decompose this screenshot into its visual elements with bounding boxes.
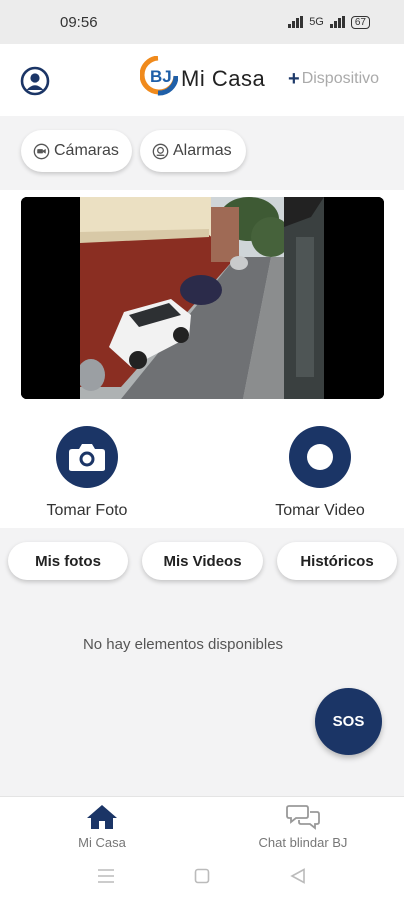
photo-camera-icon bbox=[69, 444, 105, 471]
signal-icon bbox=[288, 16, 304, 28]
take-photo-label: Tomar Foto bbox=[46, 502, 128, 519]
filter-cameras[interactable]: Cámaras bbox=[21, 130, 132, 172]
take-video-button[interactable] bbox=[289, 426, 351, 488]
network-type: 5G bbox=[309, 16, 324, 28]
nav-home-label: Mi Casa bbox=[78, 835, 126, 850]
brand-logo: BJ bbox=[139, 55, 179, 96]
status-bar: 09:56 5G 67 bbox=[0, 0, 404, 44]
take-video-action[interactable]: Tomar Video bbox=[266, 426, 374, 520]
add-device-label: Dispositivo bbox=[301, 70, 380, 87]
page-title: Mi Casa bbox=[181, 66, 266, 91]
chat-icon bbox=[286, 805, 320, 830]
status-time: 09:56 bbox=[60, 13, 98, 31]
sos-button[interactable]: SOS bbox=[315, 688, 382, 755]
back-icon[interactable] bbox=[290, 868, 306, 884]
nav-item-home[interactable]: Mi Casa bbox=[74, 803, 130, 850]
take-photo-action[interactable]: Tomar Foto bbox=[42, 426, 132, 520]
home-square-icon[interactable] bbox=[194, 868, 210, 884]
take-video-label: Tomar Video bbox=[275, 502, 365, 519]
take-photo-button[interactable] bbox=[56, 426, 118, 488]
plus-icon: + bbox=[288, 68, 300, 90]
tab-my-photos[interactable]: Mis fotos bbox=[8, 542, 128, 580]
signal-icon-2 bbox=[329, 16, 345, 28]
bottom-navigation: Mi Casa Chat blindar BJ bbox=[0, 796, 404, 856]
filter-alarms[interactable]: Alarmas bbox=[140, 130, 246, 172]
camera-video-feed[interactable] bbox=[21, 197, 384, 399]
media-tabs: Mis fotos Mis Videos Históricos bbox=[0, 528, 404, 598]
alarm-icon bbox=[152, 143, 169, 159]
empty-state-message: No hay elementos disponibles bbox=[82, 636, 284, 653]
battery-icon: 67 bbox=[350, 15, 370, 29]
tab-history[interactable]: Históricos bbox=[277, 542, 397, 580]
app-header: BJ Mi Casa + Dispositivo bbox=[0, 44, 404, 116]
system-navigation bbox=[0, 856, 404, 900]
home-icon bbox=[87, 805, 117, 829]
record-icon bbox=[307, 444, 333, 470]
camera-panel: Tomar Foto Tomar Video bbox=[0, 190, 404, 528]
nav-item-chat[interactable]: Chat blindar BJ bbox=[250, 803, 356, 850]
tab-my-videos[interactable]: Mis Videos bbox=[142, 542, 263, 580]
add-device-button[interactable]: + Dispositivo bbox=[288, 68, 380, 90]
menu-icon[interactable] bbox=[97, 868, 115, 884]
nav-chat-label: Chat blindar BJ bbox=[258, 835, 348, 850]
filter-alarms-label: Alarmas bbox=[173, 142, 232, 159]
filter-row: Cámaras Alarmas bbox=[0, 116, 404, 190]
camera-icon bbox=[33, 143, 50, 159]
svg-text:BJ: BJ bbox=[150, 67, 172, 86]
user-circle-icon[interactable] bbox=[20, 66, 50, 96]
status-icons: 5G 67 bbox=[288, 15, 370, 29]
filter-cameras-label: Cámaras bbox=[54, 142, 119, 159]
